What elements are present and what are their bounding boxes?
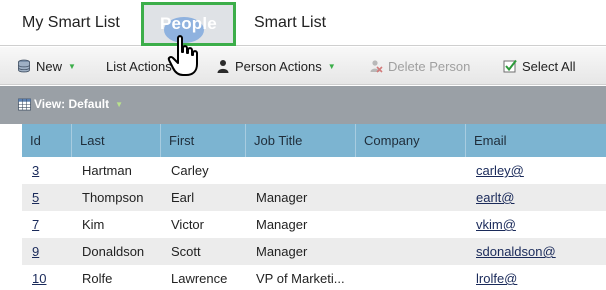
select-all-label: Select All: [522, 58, 576, 74]
table-row[interactable]: 7 Kim Victor Manager vkim@: [22, 211, 606, 238]
id-link[interactable]: 9: [32, 244, 39, 259]
database-icon: [18, 59, 30, 73]
first-cell: Lawrence: [171, 271, 228, 286]
table-row[interactable]: 10 Rolfe Lawrence VP of Marketi... lrolf…: [22, 265, 606, 290]
chevron-down-icon: ▼: [68, 61, 76, 71]
job-title-cell: Manager: [256, 244, 308, 259]
tab-smart-list-label: Smart List: [254, 14, 327, 31]
column-header-email[interactable]: Email: [466, 124, 606, 157]
job-title-cell: Manager: [256, 217, 308, 232]
job-title-cell: VP of Marketi...: [256, 271, 345, 286]
tab-smart-list[interactable]: Smart List: [254, 0, 326, 46]
job-title-cell: [246, 157, 356, 184]
list-actions-label: List Actions: [106, 58, 172, 74]
email-link[interactable]: sdonaldson@: [476, 244, 556, 259]
email-link[interactable]: carley@: [476, 163, 524, 178]
new-button[interactable]: New ▼: [17, 47, 76, 85]
select-all-button[interactable]: Select All: [503, 47, 575, 85]
first-cell: Carley: [171, 163, 209, 178]
id-link[interactable]: 3: [32, 163, 39, 178]
company-cell: [356, 265, 466, 290]
tab-bar: My Smart List People Smart List: [0, 0, 606, 46]
column-header-id[interactable]: Id: [22, 124, 72, 157]
toolbar: New ▼ List Actions Person Actions ▼ Dele…: [0, 47, 606, 85]
table-header: Id Last First Job Title Company Email: [22, 124, 606, 157]
id-link[interactable]: 5: [32, 190, 39, 205]
chevron-down-icon: ▼: [115, 99, 124, 109]
tab-my-smart-list-label: My Smart List: [22, 14, 120, 31]
person-icon: [217, 60, 229, 73]
hand-cursor-icon: [167, 35, 198, 76]
company-cell: [356, 157, 466, 184]
last-cell: Hartman: [82, 163, 132, 178]
id-link[interactable]: 7: [32, 217, 39, 232]
column-header-first[interactable]: First: [161, 124, 246, 157]
delete-person-icon: [370, 60, 383, 73]
first-cell: Victor: [171, 217, 204, 232]
company-cell: [356, 211, 466, 238]
company-cell: [356, 184, 466, 211]
table-row[interactable]: 3 Hartman Carley carley@: [22, 157, 606, 184]
company-cell: [356, 238, 466, 265]
id-link[interactable]: 10: [32, 271, 46, 286]
delete-person-button[interactable]: Delete Person: [369, 47, 470, 85]
delete-person-label: Delete Person: [388, 58, 471, 74]
tab-people-label: People: [160, 14, 217, 33]
table-row[interactable]: 5 Thompson Earl Manager earlt@: [22, 184, 606, 211]
chevron-down-icon: ▼: [327, 61, 336, 71]
people-table: Id Last First Job Title Company Email 3 …: [22, 124, 606, 290]
person-actions-label: Person Actions: [235, 58, 322, 74]
last-cell: Donaldson: [82, 244, 145, 259]
view-selector[interactable]: View: Default ▼: [18, 97, 123, 111]
email-link[interactable]: lrolfe@: [476, 271, 517, 286]
email-link[interactable]: vkim@: [476, 217, 516, 232]
last-cell: Kim: [82, 217, 105, 232]
column-header-job-title[interactable]: Job Title: [246, 124, 356, 157]
last-cell: Thompson: [82, 190, 144, 205]
view-label: View: Default: [34, 97, 110, 111]
new-button-label: New: [36, 58, 63, 74]
job-title-cell: Manager: [256, 190, 308, 205]
last-cell: Rolfe: [82, 271, 113, 286]
checkbox-checked-icon: [503, 59, 517, 73]
first-cell: Earl: [171, 190, 195, 205]
tab-my-smart-list[interactable]: My Smart List: [22, 0, 120, 46]
email-link[interactable]: earlt@: [476, 190, 515, 205]
table-view-icon: [18, 98, 31, 110]
table-row[interactable]: 9 Donaldson Scott Manager sdonaldson@: [22, 238, 606, 265]
column-header-company[interactable]: Company: [356, 124, 466, 157]
list-actions-button[interactable]: List Actions: [106, 47, 172, 85]
column-header-last[interactable]: Last: [72, 124, 161, 157]
person-actions-button[interactable]: Person Actions ▼: [216, 47, 336, 85]
view-bar: View: Default ▼: [0, 86, 606, 124]
first-cell: Scott: [171, 244, 201, 259]
